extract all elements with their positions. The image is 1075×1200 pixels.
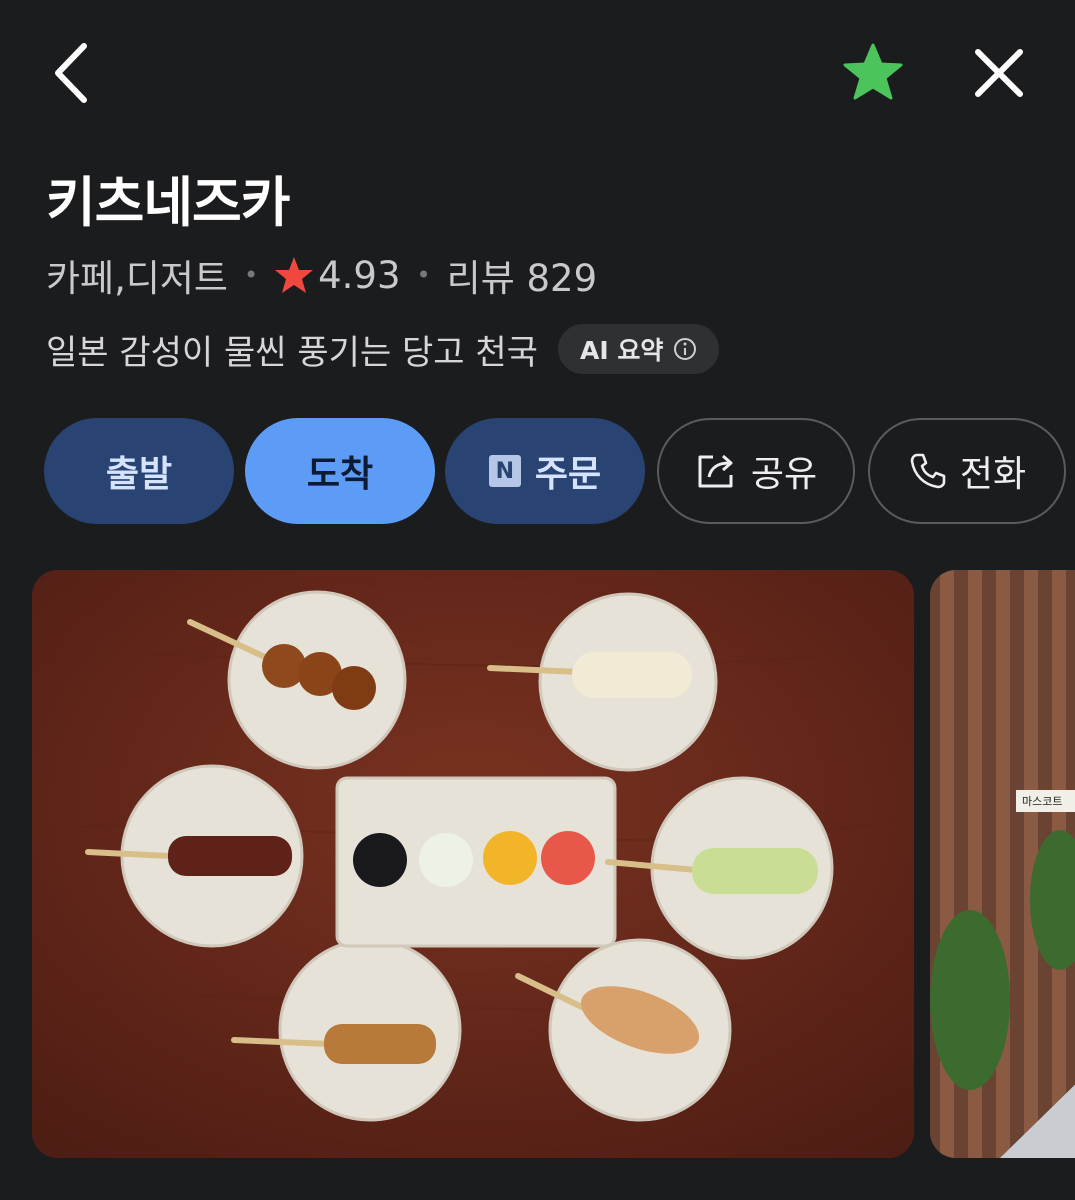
- place-meta: 카페,디저트 • 4.93 • 리뷰 829: [46, 248, 597, 302]
- dango-illustration: [32, 570, 914, 1158]
- ai-summary-label: AI 요약: [579, 336, 664, 365]
- arrive-button[interactable]: 도착: [245, 418, 435, 524]
- share-label: 공유: [750, 454, 818, 495]
- star-icon: [843, 43, 903, 100]
- category-label: 카페,디저트: [46, 257, 228, 300]
- info-icon: [674, 338, 697, 360]
- rating-value: 4.93: [318, 253, 401, 297]
- separator-dot: •: [243, 261, 259, 289]
- ai-summary-chip[interactable]: AI 요약: [557, 324, 720, 374]
- photo-dango-platter[interactable]: [32, 570, 914, 1158]
- naver-n-icon: N: [488, 455, 521, 487]
- share-icon: [698, 454, 733, 488]
- back-button[interactable]: [44, 38, 104, 108]
- separator-dot: •: [416, 261, 431, 289]
- top-bar: [0, 0, 1075, 150]
- photo-storefront[interactable]: 마스코트: [930, 570, 1075, 1158]
- review-count-link[interactable]: 리뷰 829: [447, 248, 597, 302]
- arrive-label: 도착: [306, 454, 374, 495]
- order-button[interactable]: N 주문: [445, 418, 645, 524]
- chevron-left-icon: [55, 43, 87, 103]
- close-icon: [975, 49, 1023, 97]
- phone-icon: [910, 453, 946, 489]
- rating-star-icon: [275, 257, 314, 293]
- storefront-sign: 마스코트: [1016, 790, 1075, 812]
- place-title: 키츠네즈카: [46, 171, 290, 234]
- call-label: 전화: [959, 454, 1027, 495]
- storefront-illustration: [930, 570, 1075, 1158]
- share-button[interactable]: 공유: [657, 418, 855, 524]
- order-label: 주문: [534, 454, 602, 495]
- depart-label: 출발: [105, 454, 173, 495]
- depart-button[interactable]: 출발: [44, 418, 234, 524]
- favorite-button[interactable]: [842, 42, 904, 102]
- call-button[interactable]: 전화: [868, 418, 1066, 524]
- place-summary-row: 일본 감성이 물씬 풍기는 당고 천국 AI 요약: [46, 322, 720, 376]
- close-button[interactable]: [968, 42, 1030, 104]
- place-summary: 일본 감성이 물씬 풍기는 당고 천국: [46, 332, 538, 373]
